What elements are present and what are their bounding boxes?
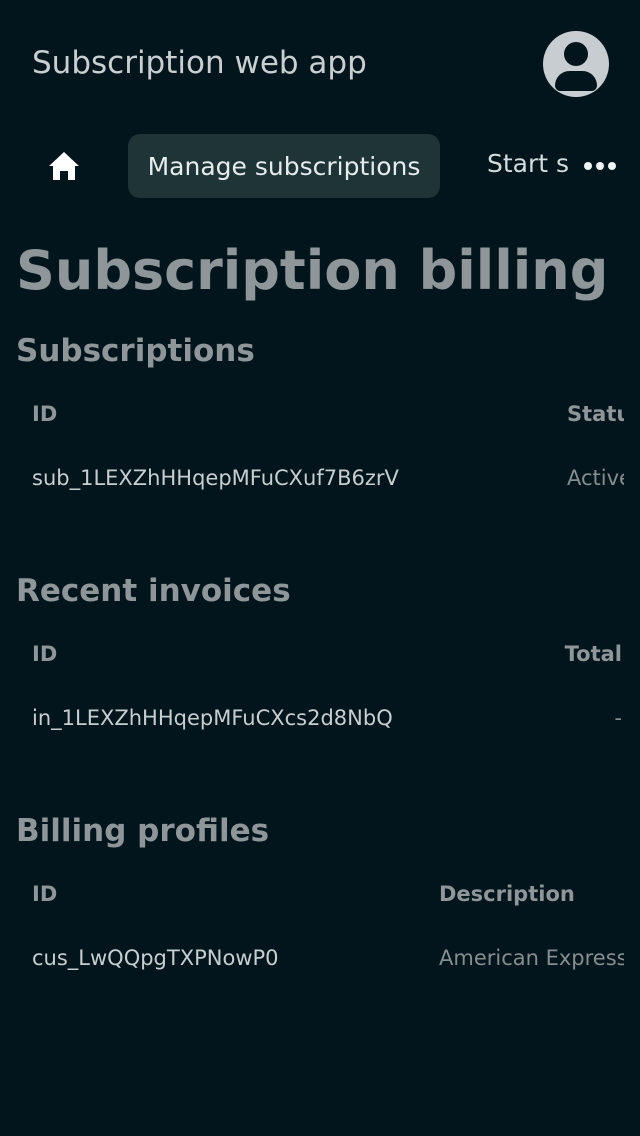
page-title: Subscription billing xyxy=(16,239,609,302)
invoice-total: - xyxy=(614,706,622,730)
page: Subscription web app Manage subscription… xyxy=(0,0,640,1136)
billing-profile-id[interactable]: cus_LwQQpgTXPNowP0 xyxy=(32,943,279,973)
tab-manage-subscriptions[interactable]: Manage subscriptions xyxy=(128,134,440,198)
billing-profiles-header-id: ID xyxy=(32,882,58,906)
avatar-body xyxy=(555,71,597,91)
subscriptions-header-status: Status xyxy=(567,402,624,426)
subscriptions-title: Subscriptions xyxy=(16,333,255,369)
invoice-id[interactable]: in_1LEXZhHHqepMFuCXcs2d8NbQ xyxy=(32,703,393,733)
billing-profile-description: American Express xyxy=(439,946,624,970)
invoices-header-id: ID xyxy=(32,642,58,666)
invoices-title: Recent invoices xyxy=(16,573,291,609)
home-button[interactable] xyxy=(36,134,92,198)
account-circle-icon[interactable] xyxy=(543,31,609,97)
tab-start-subscription-label: Start subscription xyxy=(487,149,568,178)
subscriptions-header-id: ID xyxy=(32,402,58,426)
billing-profiles-header-description: Description xyxy=(439,882,575,906)
subscription-id[interactable]: sub_1LEXZhHHqepMFuCXuf7B6zrV xyxy=(32,463,399,493)
more-dot xyxy=(608,162,616,170)
subscription-status: Active xyxy=(567,466,624,490)
home-icon xyxy=(49,152,79,180)
more-dot xyxy=(584,162,592,170)
nav-tabs: Manage subscriptions Start subscription xyxy=(0,134,640,198)
tab-start-subscription[interactable]: Start subscription xyxy=(487,134,568,198)
app-title: Subscription web app xyxy=(32,45,367,81)
more-dot xyxy=(596,162,604,170)
avatar-head xyxy=(564,42,588,66)
more-horizontal-icon[interactable] xyxy=(578,134,622,198)
billing-profiles-title: Billing profiles xyxy=(16,813,270,849)
app-bar: Subscription web app xyxy=(0,0,640,128)
invoices-header-total: Total xyxy=(564,642,622,666)
